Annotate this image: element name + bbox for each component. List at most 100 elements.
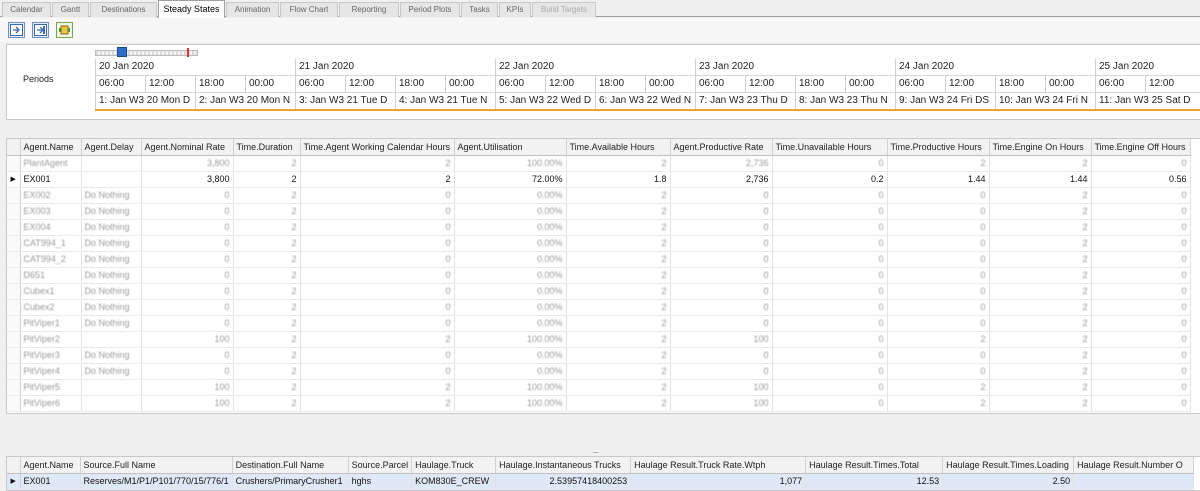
table-row[interactable]: PlantAgent 3,800 2 2 100.00% 2 2,736 0 2 2 0: [7, 155, 1191, 172]
column-header[interactable]: Agent.Delay: [81, 139, 142, 156]
column-header[interactable]: Agent.Utilisation: [454, 139, 567, 156]
tab-gantt[interactable]: Gantt: [52, 2, 89, 17]
table-row[interactable]: EX002 Do Nothing 0 2 0 0.00% 2 0 0 0 2 0: [7, 187, 1191, 204]
table-cell: 0: [141, 219, 234, 236]
column-header[interactable]: Source.Full Name: [80, 457, 233, 474]
column-header[interactable]: Agent.Name: [20, 139, 82, 156]
table-cell: Do Nothing: [81, 347, 142, 364]
column-header[interactable]: Agent.Nominal Rate: [141, 139, 234, 156]
table-row[interactable]: ▶ EX001 3,800 2 2 72.00% 1.8 2,736 0.2 1.44 1.44 0.…: [7, 171, 1191, 188]
table-row[interactable]: CAT994_1 Do Nothing 0 2 0 0.00% 2 0 0 0 2 0: [7, 235, 1191, 252]
table-row[interactable]: PitViper5 100 2 2 100.00% 2 100 0 2 2 0: [7, 379, 1191, 396]
table-cell: 1.8: [566, 171, 671, 188]
table-row[interactable]: PitViper4 Do Nothing 0 2 0 0.00% 2 0 0 0 2 0: [7, 363, 1191, 380]
tab-destinations[interactable]: Destinations: [90, 2, 157, 17]
tab-reporting[interactable]: Reporting: [339, 2, 399, 17]
row-indicator[interactable]: [7, 219, 21, 236]
row-indicator[interactable]: [7, 235, 21, 252]
column-header[interactable]: Haulage.Truck: [411, 457, 497, 474]
tab-calendar[interactable]: Calendar: [2, 2, 51, 17]
row-indicator[interactable]: [7, 251, 21, 268]
timeline-period[interactable]: 11: Jan W3 25 Sat D: [1095, 92, 1195, 109]
column-header[interactable]: Haulage.Instantaneous Trucks: [495, 457, 632, 474]
column-header[interactable]: Haulage Result.Number O: [1073, 457, 1195, 474]
table-row[interactable]: ▶ EX001 Reserves/M1/P1/P101/770/15/776/1 Cr…: [7, 473, 1195, 490]
tab-flow-chart[interactable]: Flow Chart: [280, 2, 338, 17]
table-row[interactable]: CAT994_2 Do Nothing 0 2 0 0.00% 2 0 0 0 2 0: [7, 251, 1191, 268]
row-indicator[interactable]: ▶: [7, 171, 21, 188]
table-cell: 0: [772, 299, 888, 316]
row-indicator[interactable]: [7, 363, 21, 380]
column-header[interactable]: Agent.Productive Rate: [670, 139, 773, 156]
column-header[interactable]: Haulage Result.Times.Total: [805, 457, 944, 474]
column-header[interactable]: Time.Engine On Hours: [989, 139, 1092, 156]
table-row[interactable]: D651 Do Nothing 0 2 0 0.00% 2 0 0 0 2 0: [7, 267, 1191, 284]
column-header[interactable]: Time.Available Hours: [566, 139, 671, 156]
tab-kpis[interactable]: KPIs: [499, 2, 531, 17]
table-cell: 12.53: [805, 473, 944, 490]
table-row[interactable]: PitViper3 Do Nothing 0 2 0 0.00% 2 0 0 0 2 0: [7, 347, 1191, 364]
table-row[interactable]: Cubex1 Do Nothing 0 2 0 0.00% 2 0 0 0 2 0: [7, 283, 1191, 300]
zoom-slider-track[interactable]: [95, 50, 198, 56]
table-cell: 0.00%: [454, 347, 567, 364]
tab-animation[interactable]: Animation: [226, 2, 279, 17]
table-cell: Do Nothing: [81, 267, 142, 284]
row-indicator[interactable]: [7, 203, 21, 220]
column-header[interactable]: Time.Engine Off Hours: [1091, 139, 1191, 156]
table-cell: 0: [1091, 299, 1191, 316]
column-header[interactable]: Time.Agent Working Calendar Hours: [300, 139, 455, 156]
table-cell: EX001: [20, 473, 81, 490]
timeline-period[interactable]: 10: Jan W3 24 Fri N: [995, 92, 1095, 109]
settings-robot-button[interactable]: [56, 22, 73, 38]
tab-steady-states[interactable]: Steady States: [158, 0, 225, 18]
row-indicator[interactable]: [7, 267, 21, 284]
column-header[interactable]: Haulage Result.Truck Rate.Wtph: [630, 457, 807, 474]
timeline-period[interactable]: 2: Jan W3 20 Mon N: [195, 92, 295, 109]
table-cell: 0.00%: [454, 251, 567, 268]
row-indicator[interactable]: [7, 379, 21, 396]
tab-tasks[interactable]: Tasks: [461, 2, 498, 17]
timeline-period[interactable]: 5: Jan W3 22 Wed D: [495, 92, 595, 109]
export-left-button[interactable]: [8, 22, 25, 38]
row-indicator[interactable]: [7, 347, 21, 364]
panel-splitter[interactable]: .....: [0, 444, 1200, 455]
timeline-period[interactable]: 7: Jan W3 23 Thu D: [695, 92, 795, 109]
timeline-period[interactable]: 3: Jan W3 21 Tue D: [295, 92, 395, 109]
table-row[interactable]: Cubex2 Do Nothing 0 2 0 0.00% 2 0 0 0 2 0: [7, 299, 1191, 316]
table-row[interactable]: EX003 Do Nothing 0 2 0 0.00% 2 0 0 0 2 0: [7, 203, 1191, 220]
tab-bar: Calendar Gantt Destinations Steady States An…: [0, 0, 1200, 18]
timeline-hour: 06:00: [895, 75, 945, 92]
column-header[interactable]: Agent.Name: [20, 457, 81, 474]
column-header[interactable]: Source.Parcel: [348, 457, 413, 474]
table-cell: 0: [670, 219, 773, 236]
row-indicator[interactable]: [7, 155, 21, 172]
row-indicator[interactable]: [7, 187, 21, 204]
timeline-period[interactable]: 1: Jan W3 20 Mon D: [95, 92, 195, 109]
table-row[interactable]: PitViper1 Do Nothing 0 2 0 0.00% 2 0 0 0 2 0: [7, 315, 1191, 332]
table-cell: 100: [141, 395, 234, 412]
column-header[interactable]: Time.Productive Hours: [887, 139, 990, 156]
timeline-period[interactable]: 6: Jan W3 22 Wed N: [595, 92, 695, 109]
timeline-period[interactable]: 9: Jan W3 24 Fri DS: [895, 92, 995, 109]
table-cell: 0: [1091, 379, 1191, 396]
row-indicator[interactable]: [7, 283, 21, 300]
row-indicator[interactable]: [7, 315, 21, 332]
zoom-slider-thumb[interactable]: [117, 47, 127, 57]
row-indicator[interactable]: ▶: [7, 473, 21, 490]
tab-period-plots[interactable]: Period Plots: [400, 2, 460, 17]
timeline-period[interactable]: 8: Jan W3 23 Thu N: [795, 92, 895, 109]
export-right-button[interactable]: [32, 22, 49, 38]
row-indicator[interactable]: [7, 299, 21, 316]
table-row[interactable]: PitViper2 100 2 2 100.00% 2 100 0 2 2 0: [7, 331, 1191, 348]
column-header[interactable]: Haulage Result.Times.Loading: [942, 457, 1075, 474]
table-row[interactable]: EX004 Do Nothing 0 2 0 0.00% 2 0 0 0 2 0: [7, 219, 1191, 236]
table-cell: 100: [141, 379, 234, 396]
column-header[interactable]: Destination.Full Name: [232, 457, 349, 474]
column-header[interactable]: Time.Duration: [233, 139, 301, 156]
column-header[interactable]: Time.Unavailable Hours: [772, 139, 888, 156]
timeline-period[interactable]: 4: Jan W3 21 Tue N: [395, 92, 495, 109]
table-cell: 1,077: [630, 473, 807, 490]
table-row[interactable]: PitViper6 100 2 2 100.00% 2 100 0 2 2 0: [7, 395, 1191, 412]
row-indicator[interactable]: [7, 331, 21, 348]
row-indicator[interactable]: [7, 395, 21, 412]
